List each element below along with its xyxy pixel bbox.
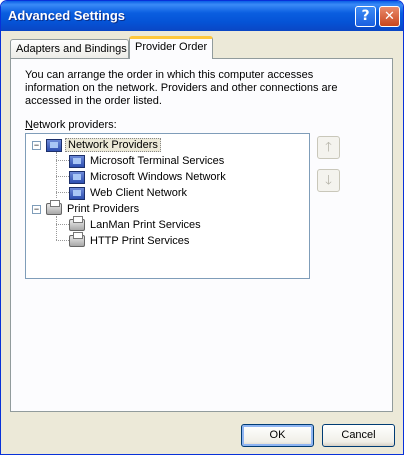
tree-item-lanman-print-services[interactable]: LanMan Print Services [69,216,203,234]
tree-line [56,192,69,193]
network-icon [69,170,85,184]
advanced-settings-dialog: Advanced Settings ? ✕ Adapters and Bindi… [0,0,404,455]
tree-item-microsoft-windows-network[interactable]: Microsoft Windows Network [69,170,228,186]
network-icon [69,154,85,168]
move-down-button[interactable]: 🡓 [317,169,340,192]
tree-item-label: Microsoft Terminal Services [90,155,225,167]
tree-item-print-providers[interactable]: Print Providers [46,200,141,218]
network-icon [69,186,85,200]
tree-item-label: LanMan Print Services [90,219,201,231]
collapse-print-providers-button[interactable]: − [32,205,41,214]
tree-item-label: HTTP Print Services [90,235,190,247]
tree-item-network-providers[interactable]: Network Providers [46,138,161,154]
close-icon: ✕ [384,9,395,24]
tree-line [56,160,69,161]
tab-adapters-and-bindings[interactable]: Adapters and Bindings [10,39,129,59]
tree-line [56,176,69,177]
help-button[interactable]: ? [355,6,376,27]
title-bar[interactable]: Advanced Settings ? ✕ [1,1,403,31]
printer-icon [46,200,62,216]
ok-button[interactable]: OK [241,424,314,447]
description-text: You can arrange the order in which this … [25,69,338,107]
network-icon [46,138,62,152]
tree-item-label: Microsoft Windows Network [90,171,226,183]
tree-item-microsoft-terminal-services[interactable]: Microsoft Terminal Services [69,154,226,170]
network-providers-label-text: etwork providers: [32,119,117,131]
tree-item-label: Print Providers [67,203,140,215]
network-providers-label: Network providers: [25,119,117,131]
close-button[interactable]: ✕ [379,6,400,27]
collapse-network-providers-button[interactable]: − [32,141,41,150]
cancel-button[interactable]: Cancel [322,424,395,447]
tree-line [56,216,57,240]
help-icon: ? [361,8,370,24]
arrow-up-icon: 🡑 [325,140,332,155]
tree-line [56,224,69,225]
accelerator-letter: N [25,119,33,131]
tree-item-web-client-network[interactable]: Web Client Network [69,186,189,202]
printer-icon [69,232,85,248]
arrow-down-icon: 🡓 [325,173,332,188]
tree-item-http-print-services[interactable]: HTTP Print Services [69,232,191,250]
move-up-button[interactable]: 🡑 [317,136,340,159]
tab-provider-order[interactable]: Provider Order [129,36,213,59]
window-title: Advanced Settings [8,8,126,23]
tree-item-label: Web Client Network [90,187,187,199]
printer-icon [69,216,85,232]
tree-item-label: Network Providers [65,138,161,152]
provider-tree[interactable]: − Network Providers Microsoft Terminal S… [25,133,310,279]
tree-line [56,240,69,241]
